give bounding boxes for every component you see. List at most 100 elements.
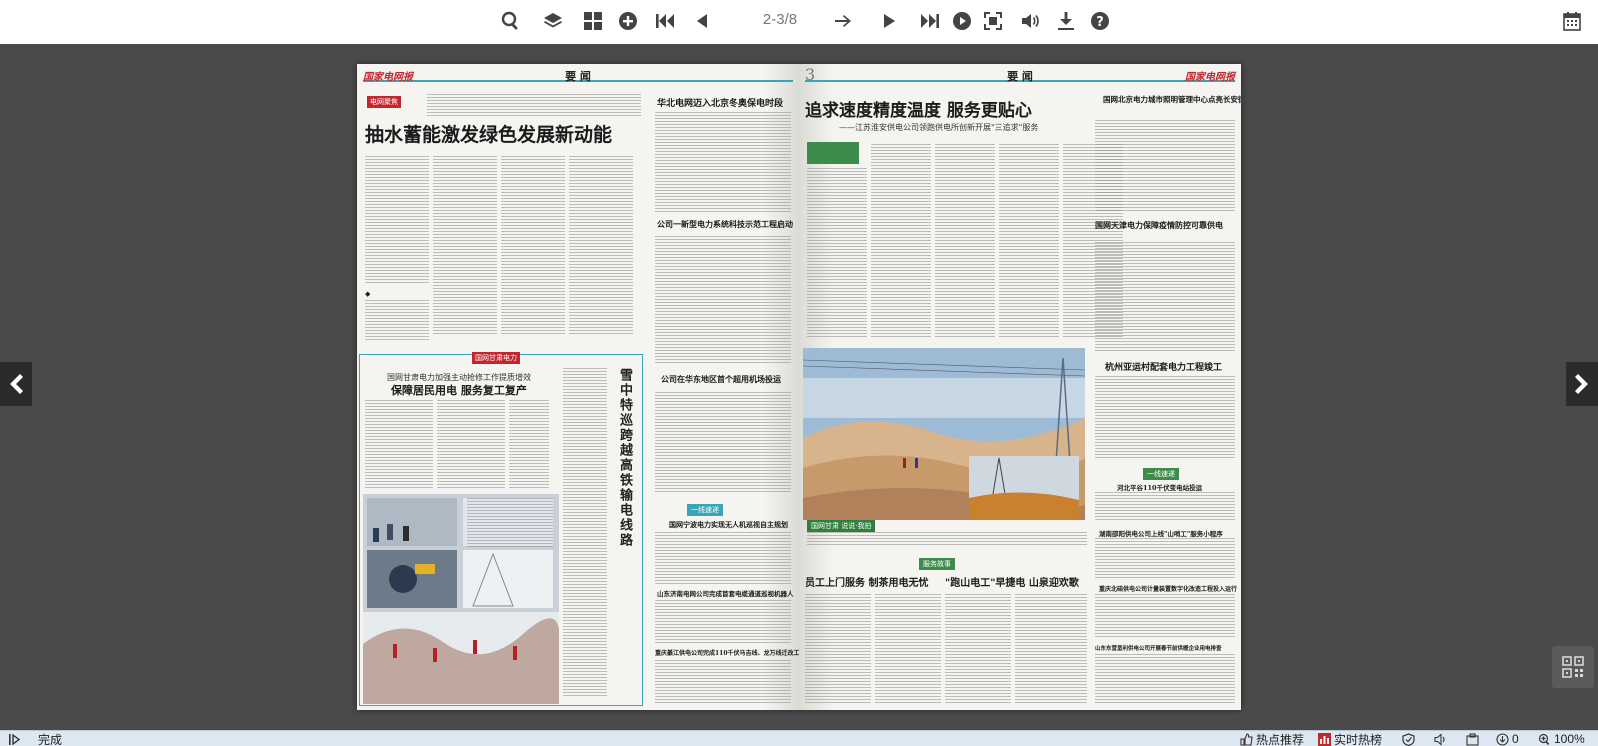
article-column <box>365 400 433 490</box>
article-column <box>999 144 1059 338</box>
article-column <box>1095 376 1235 460</box>
svg-text:?: ? <box>1096 15 1104 30</box>
brief-headline[interactable]: 山东济南电网公司完成首套电缆通道巡视机器人 <box>657 588 794 598</box>
page-header: 国家电网报 要 闻 <box>363 68 793 83</box>
qr-code-button[interactable] <box>1552 646 1594 688</box>
article-column <box>569 156 633 336</box>
arrow-right-icon[interactable] <box>831 9 855 33</box>
section-title: 要 闻 <box>565 70 591 83</box>
article-column <box>807 168 867 338</box>
bottom-headline[interactable]: "跑山电工"早捷电 山泉迎欢歌 <box>945 574 1079 589</box>
brief-headline[interactable]: 国网宁波电力实现无人机巡视自主规划 <box>669 520 788 530</box>
previous-page-button[interactable] <box>0 362 32 406</box>
article-column <box>871 144 931 338</box>
play-icon[interactable] <box>877 9 901 33</box>
zoom-control[interactable]: 100% <box>1538 732 1585 746</box>
brief-headline[interactable]: 重庆綦江供电公司完成110千伏马吉线、龙万线迁改工程 <box>655 648 799 657</box>
thumbs-up-icon <box>1240 732 1253 746</box>
download-icon[interactable] <box>1054 9 1078 33</box>
article-column <box>655 660 791 704</box>
article-column <box>655 392 791 492</box>
brief-headline[interactable]: 湖南邵阳供电公司上线"山哨工"服务小程序 <box>1099 528 1223 538</box>
shield-icon[interactable] <box>1402 732 1415 746</box>
qr-code-icon <box>1562 656 1584 678</box>
newspaper-viewer: 国家电网报 要 闻 电网聚焦 抽水蓄能激发绿色发展新动能 ◆ 华北电网迈入北京冬… <box>0 44 1598 730</box>
story-label: 服务故事 <box>919 558 955 570</box>
bottom-headline[interactable]: 员工上门服务 制茶用电无忧 <box>805 574 928 589</box>
article-column <box>1095 654 1235 704</box>
side-headline[interactable]: 杭州亚运村配套电力工程竣工 <box>1105 360 1222 373</box>
masthead: 国家电网报 <box>1185 72 1235 83</box>
chevron-right-icon <box>1575 374 1588 394</box>
page-indicator: 2-3/8 <box>762 11 798 28</box>
calendar-icon[interactable] <box>1560 9 1584 33</box>
article-column <box>655 112 791 212</box>
realtime-hot-link[interactable]: 实时热榜 <box>1318 732 1382 746</box>
article-column <box>509 400 549 490</box>
brief-headline[interactable]: 山东东营垦利供电公司开展春节前供暖企业用电排查 <box>1095 644 1222 652</box>
article-column <box>945 594 1011 704</box>
download-counter[interactable]: 0 <box>1496 732 1519 746</box>
article-column <box>501 156 565 336</box>
side-headline[interactable]: 国网北京电力城市照明管理中心点亮长安街春节景观 <box>1103 94 1241 105</box>
fullscreen-icon[interactable] <box>981 9 1005 33</box>
photo-caption-label: 国网甘肃 说说·我拍 <box>807 520 876 532</box>
article-column <box>437 400 505 490</box>
newspaper-page-2[interactable]: 国家电网报 要 闻 电网聚焦 抽水蓄能激发绿色发展新动能 ◆ 华北电网迈入北京冬… <box>357 64 799 710</box>
volume-icon[interactable] <box>1019 9 1043 33</box>
article-column <box>433 156 497 336</box>
layers-icon[interactable] <box>541 9 565 33</box>
page-spread: 国家电网报 要 闻 电网聚焦 抽水蓄能激发绿色发展新动能 ◆ 华北电网迈入北京冬… <box>357 64 1241 710</box>
brief-headline[interactable]: 河北平谷110千伏变电站投运 <box>1117 482 1202 492</box>
article-column <box>365 156 429 284</box>
photo-caption-text <box>467 498 553 548</box>
side-headline[interactable]: 公司一新型电力系统科技示范工程启动 <box>657 219 793 230</box>
window-icon[interactable] <box>1466 732 1479 746</box>
section-title: 要 闻 <box>1007 70 1033 83</box>
download-manager-icon <box>1496 732 1509 746</box>
article-column <box>805 594 871 704</box>
search-icon[interactable] <box>499 9 523 33</box>
grid-icon[interactable] <box>581 9 605 33</box>
article-column <box>1015 594 1087 704</box>
article-column <box>1095 120 1235 212</box>
autoplay-icon[interactable] <box>950 9 974 33</box>
help-icon[interactable]: ? <box>1088 9 1112 33</box>
article-column <box>655 600 791 644</box>
brief-headline[interactable]: 重庆北碚供电公司计量装置数字化改造工程投入运行 <box>1099 584 1237 593</box>
photo-caption-text <box>807 532 1087 546</box>
status-bar: 完成 热点推荐 实时热榜 0 100% <box>0 730 1598 746</box>
feature-kicker: 国网甘肃电力 <box>472 352 520 364</box>
feature-headline[interactable]: 保障居民用电 服务复工复产 <box>391 382 527 398</box>
hot-recommend-link[interactable]: 热点推荐 <box>1240 732 1304 746</box>
zoom-icon <box>1538 733 1550 745</box>
lead-subhead: ——江苏淮安供电公司领跑供电所创新开展"三追求"服务 <box>839 123 1039 132</box>
first-page-icon[interactable] <box>653 9 677 33</box>
side-headline[interactable]: 公司在华东地区首个超用机场投运 <box>661 374 781 385</box>
page-header: 3 要 闻 国家电网报 <box>805 65 1235 84</box>
previous-icon[interactable] <box>690 9 714 33</box>
realtime-hot-label: 实时热榜 <box>1334 732 1383 746</box>
article-column <box>1095 594 1235 638</box>
column-logo <box>807 142 859 164</box>
last-page-icon[interactable] <box>918 9 942 33</box>
vertical-headline[interactable]: 雪中特巡跨越高铁输电线路 <box>615 368 634 548</box>
side-headline[interactable]: 国网天津电力保障疫情防控可靠供电 <box>1095 220 1223 231</box>
add-circle-icon[interactable] <box>616 9 640 33</box>
article-column <box>875 594 941 704</box>
brief-tag: 一线速递 <box>1143 468 1179 480</box>
article-column <box>365 300 429 340</box>
next-page-button[interactable] <box>1566 362 1598 406</box>
side-headline[interactable]: 华北电网迈入北京冬奥保电时段 <box>657 96 783 109</box>
desert-pylon-photo[interactable] <box>803 348 1085 520</box>
brief-tag: 一线速递 <box>687 504 723 516</box>
article-column <box>1095 538 1235 578</box>
lead-tag: 电网聚焦 <box>367 96 401 108</box>
column-subhead: ◆ <box>365 290 371 298</box>
lead-headline[interactable]: 抽水蓄能激发绿色发展新动能 <box>365 120 612 147</box>
lead-headline[interactable]: 追求速度精度温度 服务更贴心 <box>805 96 1032 121</box>
zoom-level: 100% <box>1554 732 1585 746</box>
newspaper-page-3[interactable]: 3 要 闻 国家电网报 追求速度精度温度 服务更贴心 ——江苏淮安供电公司领跑供… <box>799 64 1241 710</box>
speaker-icon[interactable] <box>1434 732 1447 746</box>
sidebar-toggle-icon[interactable] <box>8 732 21 746</box>
